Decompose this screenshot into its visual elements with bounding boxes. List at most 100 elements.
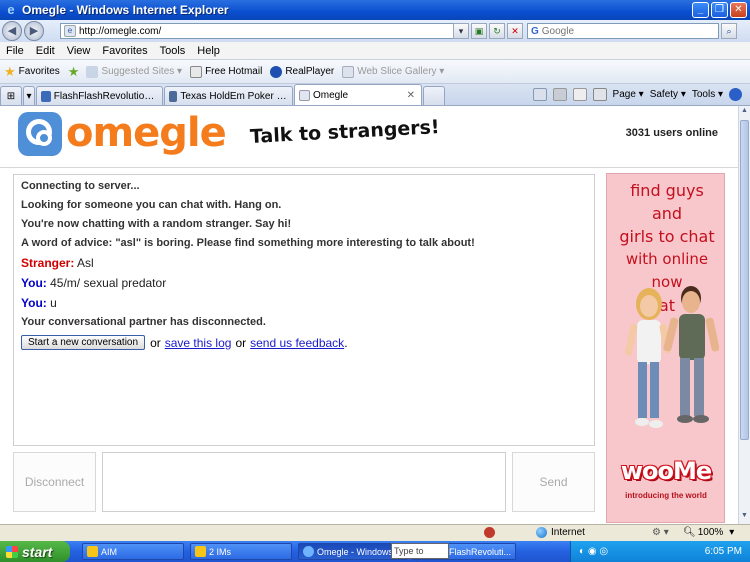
woome-ad[interactable]: find guys and girls to chat with online … [606,173,725,523]
menu-edit[interactable]: Edit [36,45,55,57]
log-line: Your conversational partner has disconne… [21,316,266,328]
chat-message: You: 45/m/ sexual predator [21,276,587,290]
zoom-icon: 🔍︎ [683,527,696,538]
log-line: Connecting to server... [21,180,140,192]
favorites-button[interactable]: ★ Favorites [4,64,60,80]
chat-input-area: Disconnect Send [13,452,595,512]
message-input[interactable] [102,452,506,512]
title-bar: e Omegle - Windows Internet Explorer _ ❐… [0,0,750,20]
menu-favorites[interactable]: Favorites [102,45,147,57]
tab-flashflashrevolution[interactable]: FlashFlashRevolution.com [36,86,163,105]
stranger-label: Stranger: [21,256,75,270]
omegle-logo-icon [18,112,62,156]
tray-icons[interactable]: ◐ ◉ ◎ [579,546,608,557]
forward-button[interactable]: ▶ [24,21,44,41]
zoom-level[interactable]: 🔍︎ 100% ▾ [683,527,734,538]
search-input[interactable] [541,25,692,37]
message-text: 45/m/ sexual predator [50,276,167,290]
new-conversation-button[interactable]: Start a new conversation [21,335,146,350]
globe-icon [536,527,547,538]
maximize-button[interactable]: ❐ [711,2,728,18]
minimize-button[interactable]: _ [692,2,709,18]
compatibility-view-icon[interactable]: ▣ [471,23,487,39]
realplayer-icon [270,65,283,78]
home-icon[interactable] [532,88,547,101]
read-mail-icon[interactable] [572,88,587,101]
fav-free-hotmail[interactable]: Free Hotmail [190,65,262,78]
menu-file[interactable]: File [6,45,24,57]
taskbar-search-input[interactable]: Type to search [391,543,449,562]
start-button[interactable]: start [0,541,70,562]
address-dropdown-icon[interactable]: ▾ [453,23,469,39]
users-online: 3031 users online [625,127,718,139]
hotmail-icon [190,65,203,78]
ffr-favicon-icon [41,90,51,102]
quick-tabs-button[interactable]: ⊞ [0,86,22,105]
scroll-down-icon[interactable]: ▼ [740,512,749,523]
menu-help[interactable]: Help [197,45,220,57]
send-button[interactable]: Send [512,452,595,512]
print-icon[interactable] [592,88,607,101]
search-go-icon[interactable]: ⌕ [721,23,737,39]
message-text: u [50,296,57,310]
add-favorite-button[interactable]: ★ [68,64,83,80]
fav-realplayer[interactable]: RealPlayer [270,65,334,78]
task-2-ims[interactable]: 2 IMs [190,543,292,560]
web-slice-icon [342,65,355,78]
search-box[interactable]: G [527,23,719,39]
close-button[interactable]: ✕ [730,2,747,18]
tab-omegle[interactable]: Omegle ✕ [294,84,422,105]
omegle-header: omegle Talk to strangers! 3031 users onl… [0,106,738,168]
safety-menu[interactable]: Safety ▾ [650,89,686,100]
tools-menu[interactable]: Tools ▾ [692,89,723,100]
close-tab-icon[interactable]: ✕ [407,90,415,101]
conversation-actions: Start a new conversation or save this lo… [21,335,587,350]
chat-message: Stranger: Asl [21,256,587,270]
menu-tools[interactable]: Tools [160,45,186,57]
woome-logo: wooMe [620,457,712,485]
disconnect-button[interactable]: Disconnect [13,452,96,512]
help-icon[interactable] [729,88,742,101]
security-zone: Internet [536,527,585,538]
send-feedback-link[interactable]: send us feedback [250,336,344,350]
favorites-star-icon: ★ [4,63,16,79]
tagline: Talk to strangers! [249,116,441,148]
fav-suggested-sites[interactable]: Suggested Sites ▾ [86,65,182,78]
suggested-sites-icon [86,65,99,78]
tab-texas-holdem[interactable]: Texas HoldEm Poker on Face... [164,86,293,105]
feeds-icon[interactable] [552,88,567,101]
protected-mode-icon[interactable]: ⚙ ▾ [652,527,669,538]
new-tab-button[interactable] [423,86,445,105]
log-line: A word of advice: "asl" is boring. Pleas… [21,237,475,249]
chat-log: Connecting to server... Looking for some… [13,174,595,446]
address-url[interactable]: http://omegle.com/ [79,26,161,37]
aim-icon [87,546,98,557]
task-aim[interactable]: AIM [82,543,184,560]
address-bar[interactable]: e http://omegle.com/ [60,23,465,39]
back-button[interactable]: ◀ [2,21,22,41]
popup-blocker-icon[interactable] [484,527,495,538]
page-content: omegle Talk to strangers! 3031 users onl… [0,106,738,524]
chat-message: You: u [21,296,587,310]
vertical-scrollbar[interactable]: ▲ ▼ [738,106,750,524]
save-log-link[interactable]: save this log [165,336,232,350]
window-controls: _ ❐ ✕ [692,2,747,18]
windows-flag-icon [6,545,18,558]
system-tray: Type to search ◐ ◉ ◎ 6:05 PM [391,541,750,562]
scroll-thumb[interactable] [740,120,749,440]
stop-icon[interactable]: ✕ [507,23,523,39]
omegle-logo-text: omegle [66,110,227,156]
omegle-favicon-icon [299,89,310,101]
scroll-up-icon[interactable]: ▲ [740,107,749,118]
command-bar: Page ▾ Safety ▾ Tools ▾ [532,84,742,105]
status-bar: Internet ⚙ ▾ 🔍︎ 100% ▾ [0,524,750,541]
menu-view[interactable]: View [67,45,91,57]
tab-list-button[interactable]: ▾ [23,86,35,105]
taskbar: start AIM 2 IMs Omegle - Windows ... Fla… [0,541,750,562]
address-row: ◀ ▶ e http://omegle.com/ ▾ ▣ ↻ ✕ G ⌕ [0,20,750,42]
refresh-icon[interactable]: ↻ [489,23,505,39]
page-menu[interactable]: Page ▾ [613,89,644,100]
fav-web-slice-gallery[interactable]: Web Slice Gallery ▾ [342,65,444,78]
tab-bar: ⊞ ▾ FlashFlashRevolution.com Texas HoldE… [0,84,750,106]
you-label: You: [21,296,47,310]
